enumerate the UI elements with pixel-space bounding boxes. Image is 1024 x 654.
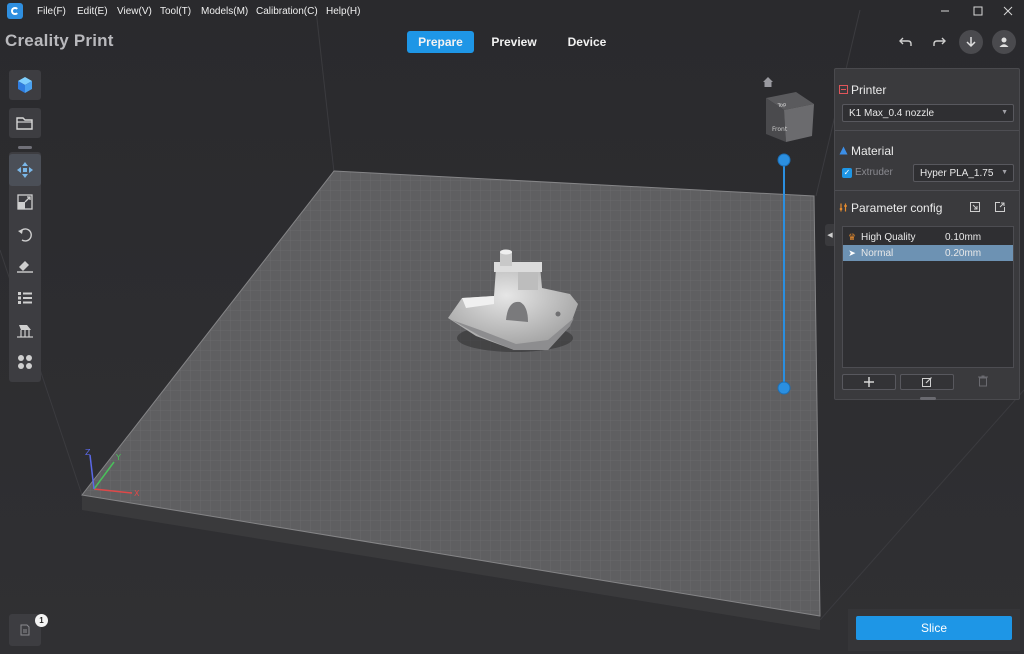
parameter-section-title: Parameter config	[851, 201, 943, 215]
extruder-label: Extruder	[855, 167, 893, 178]
menu-edit[interactable]: Edit(E)	[77, 0, 108, 22]
material-section-title: Material	[851, 144, 894, 158]
profile-row-high-quality[interactable]: ♛ High Quality 0.10mm	[843, 229, 1013, 245]
open-folder-icon[interactable]	[9, 108, 41, 138]
app-logo-icon	[7, 3, 23, 19]
close-icon[interactable]	[993, 0, 1023, 22]
undo-icon[interactable]	[894, 30, 918, 54]
printer-icon	[839, 85, 848, 94]
trophy-icon: ♛	[847, 231, 857, 242]
add-profile-button[interactable]	[842, 374, 896, 390]
view-cube[interactable]: Top Front	[766, 92, 814, 142]
profile-layer-height: 0.20mm	[945, 247, 982, 259]
tab-device[interactable]: Device	[557, 31, 617, 53]
profile-layer-height: 0.10mm	[945, 231, 982, 243]
axis-z-label: Z	[85, 448, 91, 457]
layer-slider-bottom-handle[interactable]	[777, 381, 791, 395]
arrange-icon[interactable]	[9, 346, 41, 378]
view-cube-front: Front	[772, 126, 788, 133]
download-icon[interactable]	[959, 30, 983, 54]
divider	[835, 190, 1019, 191]
panel-resize-handle[interactable]	[920, 397, 936, 400]
chevron-down-icon: ▼	[1001, 109, 1008, 116]
printer-select-value: K1 Max_0.4 nozzle	[849, 107, 935, 119]
edit-icon	[922, 377, 932, 387]
chevron-down-icon: ▼	[1001, 169, 1008, 176]
printer-select[interactable]: K1 Max_0.4 nozzle ▼	[842, 104, 1014, 122]
rocket-icon: ➤	[848, 247, 856, 258]
toolbar-grip[interactable]	[18, 146, 32, 149]
menu-models[interactable]: Models(M)	[201, 0, 248, 22]
edit-profile-button[interactable]	[900, 374, 954, 390]
slice-button[interactable]: Slice	[856, 616, 1012, 640]
profile-row-normal[interactable]: ➤ Normal 0.20mm	[843, 245, 1013, 261]
app-title: Creality Print	[5, 31, 114, 50]
support-icon[interactable]	[9, 314, 41, 346]
move-icon[interactable]	[9, 154, 41, 186]
home-view-icon[interactable]	[762, 76, 774, 88]
lay-on-face-icon[interactable]	[9, 250, 41, 282]
profile-list: ♛ High Quality 0.10mm ➤ Normal 0.20mm	[842, 226, 1014, 368]
menubar: File(F) Edit(E) View(V) Tool(T) Models(M…	[0, 0, 1024, 22]
export-icon[interactable]	[995, 202, 1005, 212]
extruder-checkbox[interactable]: ✓	[842, 168, 852, 178]
parameter-icon	[839, 203, 847, 212]
tab-preview[interactable]: Preview	[483, 31, 545, 53]
profile-name: Normal	[861, 247, 894, 259]
document-icon	[20, 624, 30, 636]
redo-icon[interactable]	[927, 30, 951, 54]
layer-slider-top-handle[interactable]	[777, 153, 791, 167]
menu-view[interactable]: View(V)	[117, 0, 152, 22]
user-icon[interactable]	[992, 30, 1016, 54]
menu-help[interactable]: Help(H)	[326, 0, 360, 22]
material-select-value: Hyper PLA_1.75	[920, 167, 994, 179]
settings-panel: Printer K1 Max_0.4 nozzle ▼ Material ✓ E…	[834, 68, 1020, 400]
divider	[835, 130, 1019, 131]
add-icon	[864, 377, 874, 387]
menu-tool[interactable]: Tool(T)	[160, 0, 191, 22]
material-select[interactable]: Hyper PLA_1.75 ▼	[913, 164, 1014, 182]
axis-y-label: Y	[115, 453, 121, 462]
import-icon[interactable]	[970, 202, 980, 212]
profile-name: High Quality	[861, 231, 916, 243]
rotate-icon[interactable]	[9, 218, 41, 250]
minimize-icon[interactable]	[930, 0, 960, 22]
printer-section-title: Printer	[851, 83, 887, 97]
notification-badge: 1	[35, 614, 48, 627]
menu-calibration[interactable]: Calibration(C)	[256, 0, 318, 22]
tool-group	[9, 152, 41, 382]
material-icon	[839, 146, 848, 155]
tab-prepare[interactable]: Prepare	[407, 31, 474, 53]
axis-x-label: X	[134, 489, 140, 498]
scale-icon[interactable]	[9, 186, 41, 218]
maximize-icon[interactable]	[963, 0, 993, 22]
delete-icon[interactable]	[978, 375, 992, 389]
menu-file[interactable]: File(F)	[37, 0, 66, 22]
cube-icon[interactable]	[9, 70, 41, 100]
layers-list-icon[interactable]	[9, 282, 41, 314]
